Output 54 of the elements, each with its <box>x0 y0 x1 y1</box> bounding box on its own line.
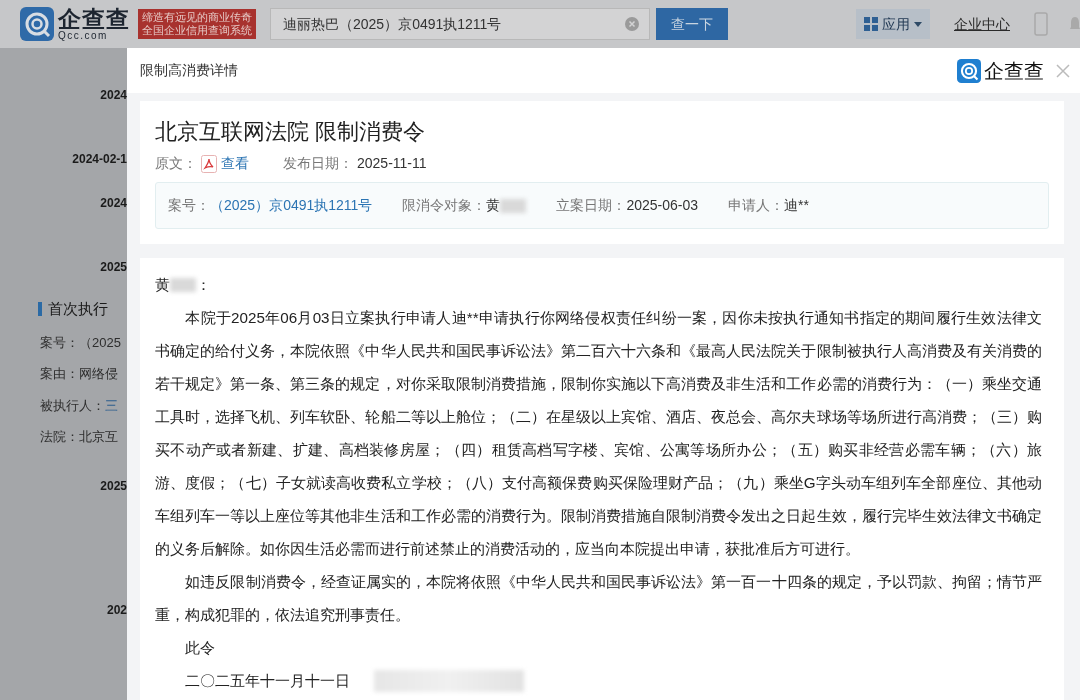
enterprise-center-link[interactable]: 企业中心 <box>954 13 1010 35</box>
field-value: 迪** <box>784 196 809 216</box>
field-label: 案由： <box>40 366 79 381</box>
caret-icon <box>914 21 922 27</box>
letter-paragraph: 本院于2025年06月03日立案执行申请人迪**申请执行你网络侵权责任纠纷一案，因你未按执行通知书指定的期间履行生效法律文书确定的给付义务，本院依照《中华人民共和国民事诉讼法》第二百六十六条和《最高人民法院关于限制被执行人高消费及有关消费的若干规定》第一条、第三条的规定，对你采取限制消费措施，限制你实施以下高消费及非生活和工作必需的消费行为：（一）乘坐交通工具时，选择飞机、列车软卧、轮船二等以上舱位；（二）在星级以上宾馆、酒店、夜总会、高尔夫球场等场所进行高消费；（三）购买不动产或者新建、扩建、高档装修房屋；（四）租赁高档写字楼、宾馆、公寓等场所办公；（五）购买非经营必需车辆；（六）旅游、度假；（七）子女就读高收费私立学校；（八）支付高额保费购买保险理财产品；（九）乘坐G字头动车组列车全部座位、其他动车组列车一等以上座位等其他非生活和工作必需的消费行为。限制消费措施自限制消费令发出之日起生效，履行完毕生效法律文书确定的义务后解除。如你因生活必需而进行前述禁止的消费活动的，应当向本院提出申请，获批准后方可进行。 <box>155 308 1042 560</box>
redaction-mark <box>170 277 196 292</box>
modal-title: 限制高消费详情 <box>140 61 238 80</box>
letter-date: 二〇二五年十一月十一日 <box>185 671 351 692</box>
date-label: 2025 <box>99 477 127 495</box>
view-link[interactable]: 查看 <box>221 153 249 175</box>
date-label: 202 <box>105 601 127 619</box>
date-label: 2024 <box>99 87 127 104</box>
logo-icon <box>20 7 54 41</box>
field-value: 网络侵 <box>79 366 118 381</box>
case-number-link[interactable]: （2025）京0491执1211号 <box>210 195 373 217</box>
search-button[interactable]: 查一下 <box>656 8 728 40</box>
close-icon[interactable] <box>1056 63 1070 78</box>
field-value: 2025-06-03 <box>626 196 699 216</box>
field-label: 案号： <box>168 196 210 216</box>
field-label: 申请人： <box>728 196 785 216</box>
field-label: 限消令对象： <box>402 196 487 216</box>
date-label: 2024 <box>99 195 127 212</box>
field-value: 北京互 <box>79 429 118 444</box>
heading-marker <box>38 302 42 317</box>
redaction-mark <box>500 198 527 213</box>
field-value: （2025 <box>79 334 121 350</box>
date-label: 2024-02-1 <box>71 151 127 168</box>
brand-name: 企查查 <box>984 58 1044 84</box>
field-label: 立案日期： <box>556 196 627 216</box>
search-box[interactable]: 迪丽热巴（2025）京0491执1211号 <box>270 8 650 40</box>
search-field[interactable]: 迪丽热巴（2025）京0491执1211号 <box>281 12 625 36</box>
date-label: 2025 <box>99 259 127 276</box>
grid-icon <box>864 17 878 31</box>
slogan-banner: 缔造有远见的商业传奇 全国企业信用查询系统 <box>138 9 256 39</box>
field-label: 被执行人： <box>40 397 105 413</box>
document-title: 北京互联网法院 限制消费令 <box>155 119 427 146</box>
section-heading: 首次执行 <box>48 299 108 319</box>
letter-paragraph: 如违反限制消费令，经查证属实的，本院将依照《中华人民共和国民事诉讼法》第一百一十四条的规定，予以罚款、拘留；情节严重，构成犯罪的，依法追究刑事责任。 <box>155 572 1042 626</box>
pdf-icon <box>201 154 217 173</box>
field-value: 黄 <box>486 196 501 216</box>
logo-text: 企查查 <box>58 7 130 31</box>
field-label: 发布日期： <box>283 154 353 174</box>
field-label: 法院： <box>40 429 79 444</box>
publish-date: 2025-11-11 <box>357 154 427 174</box>
phone-icon[interactable] <box>1034 12 1048 36</box>
closing-text: 此令 <box>184 638 217 659</box>
field-label: 案号： <box>40 334 79 350</box>
logo-icon <box>957 58 981 83</box>
logo-domain: Qcc.com <box>58 30 109 41</box>
salutation-name: 黄 <box>155 275 170 296</box>
field-label: 原文： <box>155 154 197 174</box>
apps-menu-button[interactable]: 应用 <box>856 9 930 39</box>
clear-icon[interactable] <box>625 17 639 31</box>
salutation-colon: ： <box>196 275 211 296</box>
